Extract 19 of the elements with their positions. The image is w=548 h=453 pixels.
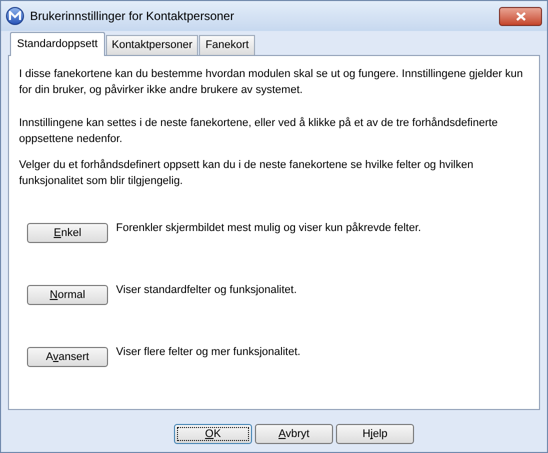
preset-button[interactable]: Normal (27, 285, 108, 305)
tab[interactable]: Kontaktpersoner (106, 35, 198, 55)
app-logo-icon (6, 7, 24, 25)
preset-description: Viser flere felter og mer funksjonalitet. (116, 345, 300, 360)
preset-button[interactable]: Avansert (27, 347, 108, 367)
close-icon (516, 12, 526, 20)
close-button[interactable] (499, 6, 542, 26)
tab[interactable]: Standardoppsett (10, 32, 105, 56)
preset-description: Viser standardfelter og funksjonalitet. (116, 283, 297, 298)
info-paragraph: Innstillingene kan settes i de neste fanekortene, eller ved å klikke på et av de tre forhåndsdefinerte oppsettene nedenfor. (19, 116, 499, 147)
window-title: Brukerinnstillinger for Kontaktpersoner (30, 8, 236, 25)
intro-paragraph: I disse fanekortene kan du bestemme hvordan modulen skal se ut og fungere. Innstillingene gjelder kun for din bruker, og påvirker ikke andre brukere av systemet. (19, 67, 524, 98)
preset-button[interactable]: Enkel (27, 223, 108, 243)
tab[interactable]: Fanekort (199, 35, 255, 55)
preset-description: Forenkler skjermbildet mest mulig og viser kun påkrevde felter. (116, 221, 422, 236)
info-paragraph: Velger du et forhåndsdefinert oppsett kan du i de neste fanekortene se hvilke felter og hvilken funksjonalitet som blir tilgjengelig. (19, 158, 474, 189)
dialog-button[interactable]: Avbryt (255, 424, 333, 444)
dialog-button[interactable]: Hjelp (336, 424, 414, 444)
dialog-button[interactable]: OK (174, 424, 252, 444)
